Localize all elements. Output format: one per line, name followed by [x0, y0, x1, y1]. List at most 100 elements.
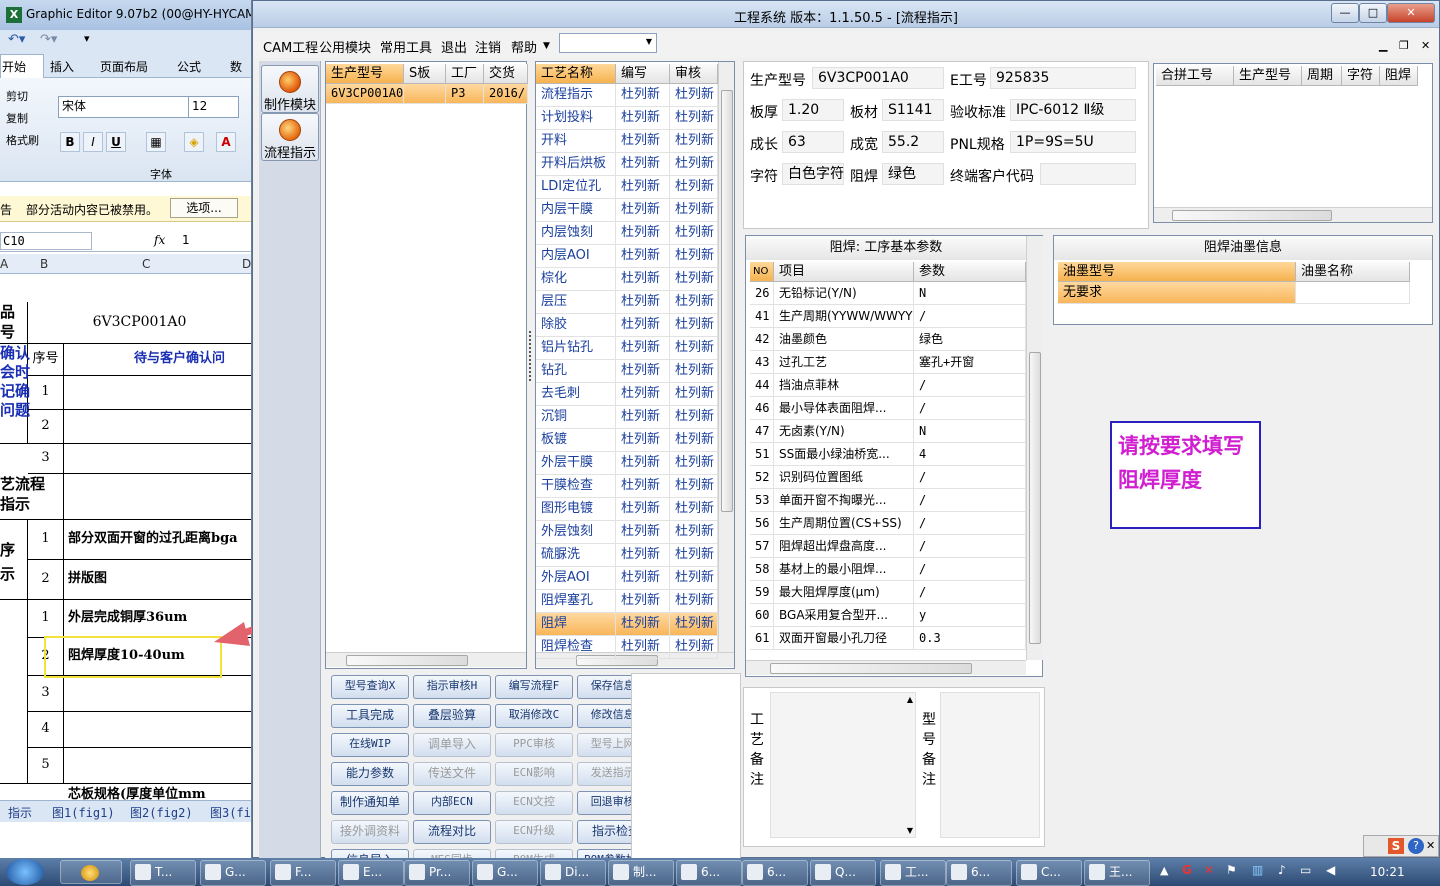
cell-label-flow[interactable]: 艺流程 指示 — [0, 474, 64, 520]
process-cell[interactable]: 杜列新 — [670, 199, 718, 222]
menu-cam[interactable]: CAM工程 — [263, 37, 318, 56]
fill-color-icon[interactable]: ◈ — [184, 132, 204, 152]
cell-hdr-pending[interactable]: 待与客户确认问 — [64, 344, 251, 376]
process-cell[interactable]: 杜列新 — [616, 429, 670, 452]
tab-page-layout[interactable]: 页面布局 — [100, 58, 148, 75]
process-cell[interactable]: 图形电镀 — [536, 498, 616, 521]
process-cell[interactable]: 杜列新 — [616, 406, 670, 429]
legend-field[interactable]: 白色字符 — [782, 163, 844, 185]
process-row-selected[interactable]: 阻焊 — [536, 613, 616, 636]
process-cell[interactable]: 内层干膜 — [536, 199, 616, 222]
tab-home[interactable]: 开始 — [2, 58, 26, 75]
param-cell[interactable]: / — [914, 581, 1026, 604]
param-cell[interactable]: 最小导体表面阻焊... — [774, 397, 914, 420]
taskbar-item[interactable]: 制... — [608, 860, 674, 886]
customer-code-field[interactable] — [1040, 163, 1136, 185]
process-cell[interactable]: 杜列新 — [616, 222, 670, 245]
taskbar-item[interactable]: T... — [130, 860, 196, 886]
param-cell[interactable]: 阻焊超出焊盘高度... — [774, 535, 914, 558]
process-cell[interactable]: 杜列新 — [670, 337, 718, 360]
help-dropdown-icon[interactable]: ▼ — [543, 41, 550, 51]
soldermask-field[interactable]: 绿色 — [882, 163, 944, 185]
standard-field[interactable]: IPC-6012 Ⅱ级 — [1010, 99, 1136, 121]
cell-empty[interactable] — [64, 712, 251, 748]
order-col-header[interactable]: S板 — [404, 64, 446, 84]
module-make-button[interactable]: 制作模块 — [261, 65, 319, 113]
process-cell[interactable]: 杜列新 — [670, 636, 718, 659]
part-remark-textarea[interactable] — [940, 692, 1040, 838]
merge-col-header[interactable]: 字符 — [1342, 66, 1380, 86]
tab-data[interactable]: 数 — [230, 58, 242, 75]
param-cell[interactable]: y — [914, 604, 1026, 627]
action-button[interactable]: 型号查询X — [331, 675, 409, 699]
scroll-up-icon[interactable]: ▲ — [907, 695, 913, 704]
param-cell[interactable]: 0.3 — [914, 627, 1026, 650]
taskbar-item[interactable]: 6... — [676, 860, 742, 886]
tray-app-icon[interactable]: G — [1182, 863, 1192, 877]
process-cell[interactable]: 棕化 — [536, 268, 616, 291]
process-cell[interactable]: 硫脲洗 — [536, 544, 616, 567]
param-cell[interactable]: 57 — [750, 535, 774, 558]
part-no-field[interactable]: 6V3CP001A0 — [812, 67, 944, 89]
param-cell[interactable]: 56 — [750, 512, 774, 535]
param-hscroll[interactable] — [746, 660, 1026, 675]
merge-col-header[interactable]: 阻焊 — [1380, 66, 1418, 86]
mdi-restore-icon[interactable]: ❐ — [1399, 39, 1409, 52]
param-cell[interactable]: 53 — [750, 489, 774, 512]
taskbar-item[interactable]: 6... — [742, 860, 808, 886]
process-cell[interactable]: 阻焊塞孔 — [536, 590, 616, 613]
menu-tools[interactable]: 常用工具 — [380, 37, 432, 56]
undo-icon[interactable]: ↶▾ — [8, 32, 25, 47]
ink-col-type[interactable]: 油墨型号 — [1058, 262, 1296, 282]
process-cell[interactable]: 杜列新 — [616, 130, 670, 153]
process-cell[interactable]: 杜列新 — [670, 107, 718, 130]
tray-volume-icon[interactable]: ♪ — [1278, 863, 1286, 877]
process-vscroll[interactable] — [718, 62, 734, 652]
maximize-button[interactable]: □ — [1359, 3, 1387, 23]
process-cell[interactable]: 杜列新 — [616, 291, 670, 314]
taskbar-item[interactable]: Q... — [810, 860, 876, 886]
cell-row-2[interactable]: 2 — [28, 410, 64, 444]
width-field[interactable]: 55.2 — [882, 131, 944, 153]
taskbar-item[interactable]: G... — [200, 860, 266, 886]
process-cell[interactable]: 杜列新 — [670, 268, 718, 291]
font-size-select[interactable]: 12 — [188, 96, 239, 118]
param-cell[interactable]: 4 — [914, 443, 1026, 466]
action-button[interactable]: 叠层验算 — [413, 704, 491, 728]
process-cell[interactable]: 开料后烘板 — [536, 153, 616, 176]
minimize-button[interactable]: — — [1331, 3, 1359, 23]
param-cell[interactable]: 单面开窗不掏曝光... — [774, 489, 914, 512]
process-cell[interactable]: 外层蚀刻 — [536, 521, 616, 544]
action-button[interactable]: 能力参数 — [331, 762, 409, 786]
clock[interactable]: 10:21 — [1370, 865, 1405, 879]
process-col-header[interactable]: 审核 — [670, 64, 718, 84]
cell-hdr-seq[interactable]: 序号 — [28, 344, 64, 376]
taskbar-item[interactable]: G... — [472, 860, 538, 886]
param-cell[interactable]: 51 — [750, 443, 774, 466]
fx-icon[interactable]: fx — [154, 233, 165, 247]
param-cell[interactable]: / — [914, 397, 1026, 420]
process-cell[interactable]: 杜列新 — [670, 498, 718, 521]
sheet-tab[interactable]: 图2(fig2) — [130, 804, 193, 821]
sheet-tab[interactable]: 图3(fi — [210, 804, 251, 821]
taskbar-item[interactable]: 王... — [1084, 860, 1150, 886]
param-cell[interactable]: 52 — [750, 466, 774, 489]
scroll-down-icon[interactable]: ▼ — [907, 826, 913, 835]
process-cell[interactable]: 杜列新 — [616, 268, 670, 291]
param-cell[interactable]: / — [914, 305, 1026, 328]
action-button[interactable]: 流程对比 — [413, 820, 491, 844]
process-cell[interactable]: 杜列新 — [616, 475, 670, 498]
process-cell[interactable]: 杜列新 — [670, 360, 718, 383]
sogou-icon[interactable]: S — [1388, 838, 1404, 854]
process-cell[interactable]: 流程指示 — [536, 84, 616, 107]
param-cell[interactable]: 生产周期(YYWW/WWYY) — [774, 305, 914, 328]
close-icon[interactable]: ✕ — [1426, 839, 1435, 852]
sheet-tab[interactable]: 指示 — [8, 804, 32, 821]
param-cell[interactable]: N — [914, 282, 1026, 305]
process-cell[interactable]: 外层干膜 — [536, 452, 616, 475]
mdi-close-icon[interactable]: ✕ — [1421, 39, 1430, 52]
process-cell[interactable]: 杜列新 — [616, 314, 670, 337]
process-cell[interactable]: 杜列新 — [670, 567, 718, 590]
process-cell[interactable]: 杜列新 — [616, 567, 670, 590]
cell-label-seq[interactable]: 序 示 — [0, 520, 28, 600]
